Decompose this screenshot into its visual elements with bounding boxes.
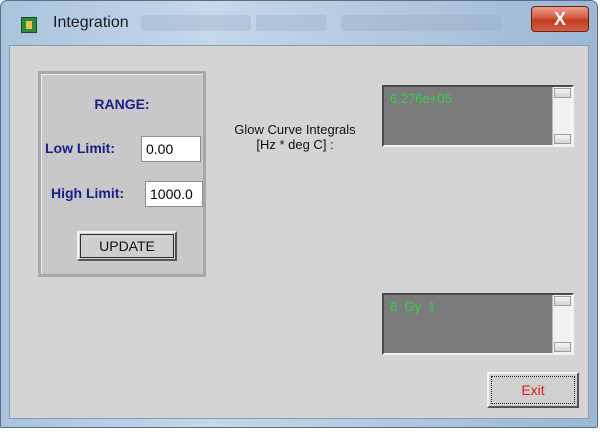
title-bar[interactable]: Integration X — [1, 1, 597, 45]
titlebar-background-blur — [256, 15, 326, 31]
close-icon: X — [553, 8, 566, 29]
integrals-listbox[interactable]: 6.276e+05 — [382, 85, 574, 147]
dose-listbox[interactable]: 8 Gy 1 — [382, 293, 574, 355]
scroll-down-button[interactable] — [554, 342, 571, 352]
window-title: Integration — [53, 14, 129, 31]
titlebar-background-blur — [341, 15, 501, 31]
update-button[interactable]: UPDATE — [77, 231, 177, 261]
low-limit-label: Low Limit: — [45, 140, 115, 156]
scroll-up-button[interactable] — [554, 88, 571, 98]
integrals-scrollbar[interactable] — [552, 87, 572, 145]
integrals-value[interactable]: 6.276e+05 — [390, 91, 452, 106]
dialog-client-area: RANGE: Low Limit: High Limit: UPDATE Glo… — [9, 45, 589, 419]
dose-value[interactable]: 8 Gy 1 — [390, 299, 436, 314]
low-limit-input[interactable] — [141, 136, 201, 162]
high-limit-label: High Limit: — [51, 185, 125, 201]
range-title: RANGE: — [94, 96, 150, 112]
integrals-label-line-1: Glow Curve Integrals — [234, 122, 356, 137]
integration-window: Integration X RANGE: Low Limit: High Lim… — [0, 0, 598, 428]
titlebar-background-blur — [141, 15, 251, 31]
scroll-down-button[interactable] — [554, 134, 571, 144]
range-panel: RANGE: Low Limit: High Limit: UPDATE — [38, 71, 206, 277]
exit-button[interactable]: Exit — [487, 372, 579, 408]
integrals-label-line-2: [Hz * deg C] : — [256, 137, 334, 152]
glow-curve-integrals-label: Glow Curve Integrals [Hz * deg C] : — [220, 122, 370, 152]
high-limit-input[interactable] — [145, 181, 203, 207]
close-button[interactable]: X — [531, 6, 589, 32]
app-icon — [21, 17, 37, 33]
scroll-up-button[interactable] — [554, 296, 571, 306]
dose-scrollbar[interactable] — [552, 295, 572, 353]
